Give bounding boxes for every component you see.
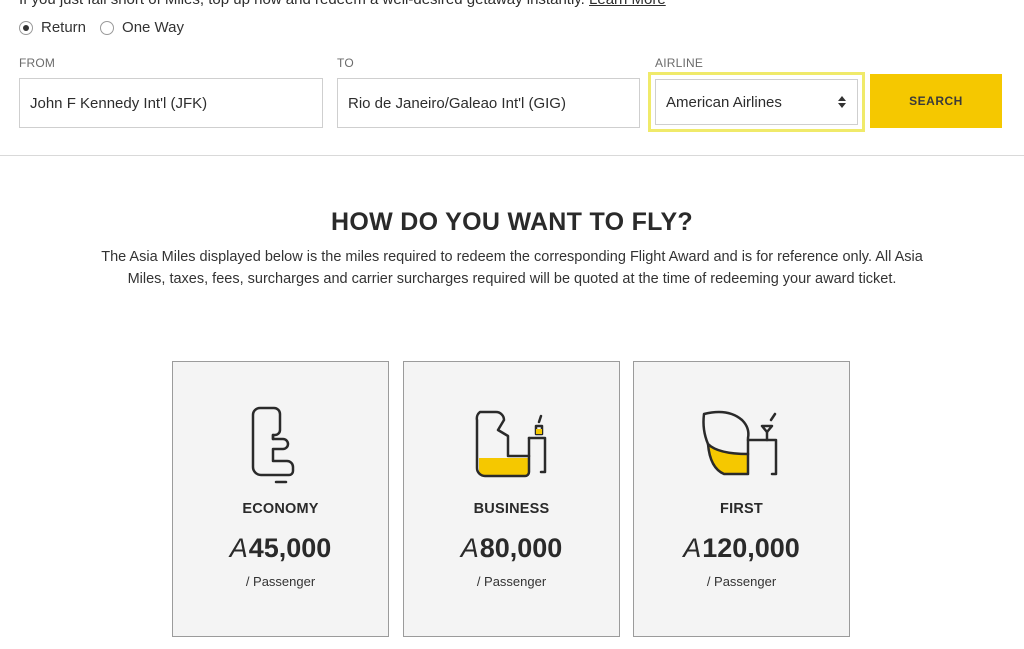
learn-more-link[interactable]: Learn More	[589, 0, 666, 8]
miles-economy: A45,000	[173, 533, 388, 564]
section-description: The Asia Miles displayed below is the mi…	[101, 249, 923, 287]
top-up-note: If you just fall short of Miles, top up …	[19, 0, 666, 8]
asia-miles-symbol: A	[683, 533, 702, 563]
to-label: TO	[337, 56, 354, 70]
section-divider	[0, 155, 1024, 156]
cabin-name-first: FIRST	[720, 501, 763, 517]
asia-miles-symbol: A	[229, 533, 248, 563]
return-radio-button[interactable]	[19, 20, 33, 35]
from-value: John F Kennedy Int'l (JFK)	[30, 94, 208, 112]
miles-first: A120,000	[634, 533, 849, 564]
asia-miles-symbol: A	[460, 533, 479, 563]
per-passenger-business: / Passenger	[476, 574, 547, 589]
trip-type-selector: Return One Way	[19, 19, 198, 36]
economy-seat-icon	[231, 404, 331, 484]
return-radio[interactable]: Return	[19, 19, 86, 36]
business-seat-icon	[462, 404, 562, 484]
miles-value-economy: 45,000	[248, 533, 332, 563]
section-title: HOW DO YOU WANT TO FLY?	[330, 208, 693, 236]
airline-value: American Airlines	[666, 93, 782, 111]
per-passenger-first: / Passenger	[706, 574, 777, 589]
search-button[interactable]: SEARCH	[870, 74, 1002, 128]
one-way-label: One Way	[122, 19, 184, 36]
first-seat-icon	[692, 404, 792, 484]
airline-select[interactable]: American Airlines	[655, 79, 858, 125]
return-label: Return	[41, 19, 87, 36]
top-up-text: If you just fall short of Miles, top up …	[19, 0, 585, 8]
miles-value-business: 80,000	[479, 533, 563, 563]
select-arrows-icon	[837, 95, 847, 109]
from-input[interactable]: John F Kennedy Int'l (JFK)	[19, 78, 323, 128]
cabin-name-economy: ECONOMY	[242, 501, 319, 517]
cabin-card-economy[interactable]: ECONOMY A45,000 / Passenger	[172, 361, 389, 637]
airline-select-highlight: American Airlines	[648, 72, 865, 132]
cabin-name-business: BUSINESS	[473, 501, 550, 517]
miles-business: A80,000	[404, 533, 619, 564]
one-way-radio[interactable]: One Way	[100, 19, 184, 36]
miles-value-first: 120,000	[702, 533, 800, 563]
cabin-card-business[interactable]: BUSINESS A80,000 / Passenger	[403, 361, 620, 637]
airline-label: AIRLINE	[655, 56, 704, 70]
one-way-radio-button[interactable]	[100, 20, 115, 35]
to-value: Rio de Janeiro/Galeao Int'l (GIG)	[348, 94, 566, 112]
to-input[interactable]: Rio de Janeiro/Galeao Int'l (GIG)	[337, 78, 640, 128]
cabin-card-first[interactable]: FIRST A120,000 / Passenger	[633, 361, 850, 637]
per-passenger-economy: / Passenger	[245, 574, 316, 589]
from-label: FROM	[19, 56, 56, 70]
